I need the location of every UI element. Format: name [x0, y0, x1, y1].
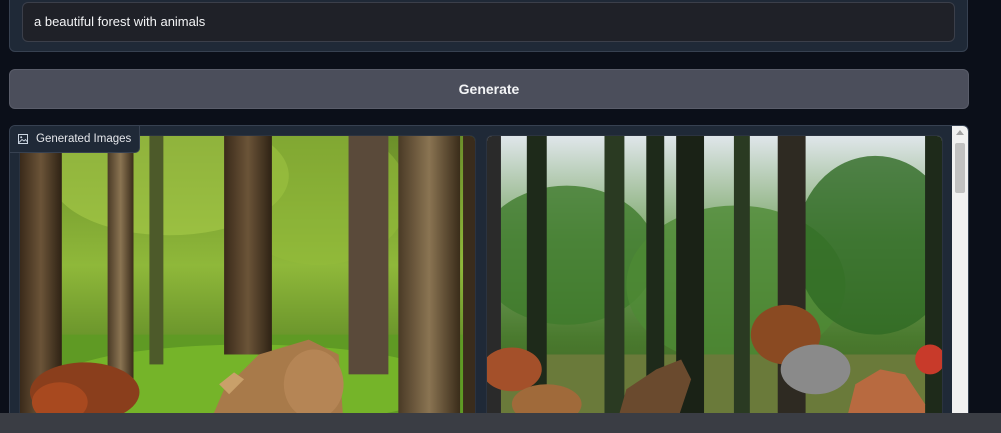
scroll-thumb[interactable]	[955, 143, 965, 193]
forest-deer-image	[20, 136, 475, 424]
generated-image-2[interactable]	[486, 135, 943, 424]
gallery-label: Generated Images	[10, 126, 141, 153]
app-page: a beautiful forest with animals Generate…	[0, 0, 1001, 433]
forest-animals-image	[487, 136, 942, 424]
image-icon	[18, 134, 28, 144]
generated-images-gallery: Generated Images	[9, 125, 969, 425]
generate-button[interactable]: Generate	[9, 69, 969, 109]
gallery-label-text: Generated Images	[36, 133, 132, 145]
scroll-up-arrow-icon[interactable]	[956, 130, 964, 135]
prompt-block: a beautiful forest with animals	[9, 0, 968, 52]
bottom-bar	[0, 413, 1001, 433]
gallery-scrollbar[interactable]	[952, 126, 968, 424]
prompt-input[interactable]: a beautiful forest with animals	[22, 2, 955, 42]
generated-image-1[interactable]	[19, 135, 476, 424]
